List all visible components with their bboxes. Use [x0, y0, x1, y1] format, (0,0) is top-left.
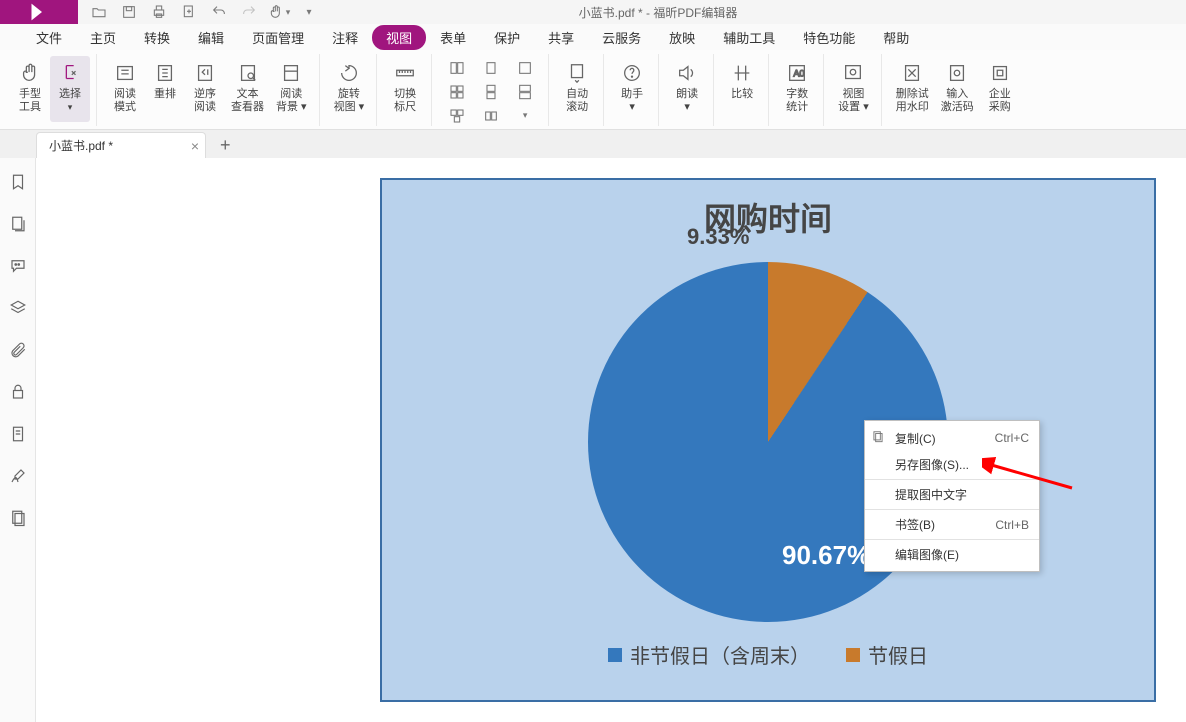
layout-single-icon[interactable] [444, 58, 470, 78]
quick-access-toolbar: ▾ ▾ [78, 1, 330, 23]
compare-button[interactable]: 比较 [722, 56, 762, 122]
print-icon[interactable] [146, 1, 172, 23]
pie-label-small: 9.33% [687, 224, 749, 250]
menu-help[interactable]: 帮助 [869, 24, 923, 51]
menu-annotate[interactable]: 注释 [318, 24, 372, 51]
clipboard-panel-icon[interactable] [8, 508, 28, 528]
menu-access[interactable]: 辅助工具 [709, 24, 789, 51]
enterprise-button[interactable]: 企业采购 [980, 56, 1020, 122]
copy-icon [871, 430, 887, 447]
remove-watermark-button[interactable]: 删除试用水印 [890, 56, 935, 122]
reverse-read-button[interactable]: 逆序阅读 [185, 56, 225, 122]
document-tab-label: 小蓝书.pdf * [49, 137, 113, 154]
layout-e-icon[interactable] [512, 82, 538, 102]
left-sidebar [0, 158, 36, 722]
undo-icon[interactable] [206, 1, 232, 23]
legend-item-2: 节假日 [846, 640, 928, 669]
menu-feature[interactable]: 特色功能 [789, 24, 869, 51]
legend-item-1: 非节假日（含周末） [608, 640, 810, 669]
menu-home[interactable]: 主页 [76, 24, 130, 51]
read-background-button[interactable]: 阅读背景 ▾ [270, 56, 313, 122]
export-icon[interactable] [176, 1, 202, 23]
reflow-button[interactable]: 重排 [145, 56, 185, 122]
chart-title: 网购时间 [382, 194, 1154, 240]
menu-protect[interactable]: 保护 [480, 24, 534, 51]
rotate-view-button[interactable]: 旋转视图 ▾ [328, 56, 371, 122]
pages-panel-icon[interactable] [8, 214, 28, 234]
qat-more-icon[interactable]: ▾ [296, 1, 322, 23]
bookmark-panel-icon[interactable] [8, 172, 28, 192]
open-icon[interactable] [86, 1, 112, 23]
title-bar: ▾ ▾ 小蓝书.pdf * - 福昕PDF编辑器 [0, 0, 1186, 24]
layout-d-icon[interactable] [512, 58, 538, 78]
context-menu: 复制(C)Ctrl+C 另存图像(S)... 提取图中文字 书签(B)Ctrl+… [864, 420, 1040, 572]
ctx-save-image[interactable]: 另存图像(S)... [865, 451, 1039, 477]
ribbon: 手型工具 选择▾ 阅读模式 重排 逆序阅读 文本查看器 阅读背景 ▾ 旋转视图 … [0, 50, 1186, 130]
menu-file[interactable]: 文件 [22, 24, 76, 51]
menu-page[interactable]: 页面管理 [238, 24, 318, 51]
layers-panel-icon[interactable] [8, 298, 28, 318]
ctx-bookmark[interactable]: 书签(B)Ctrl+B [865, 509, 1039, 537]
text-viewer-button[interactable]: 文本查看器 [225, 56, 270, 122]
ctx-edit-image[interactable]: 编辑图像(E) [865, 539, 1039, 567]
toggle-ruler-button[interactable]: 切换标尺 [385, 56, 425, 122]
menu-bar: 文件 主页 转换 编辑 页面管理 注释 视图 表单 保护 共享 云服务 放映 辅… [0, 24, 1186, 50]
word-count-button[interactable]: A0字数统计 [777, 56, 817, 122]
redo-icon[interactable] [236, 1, 262, 23]
layout-f-icon[interactable]: ▾ [512, 106, 538, 126]
work-area: 网购时间 9.33% 90.67% 非节假日（含周末） 节假日 复制(C)Ctr… [0, 158, 1186, 722]
layout-facing-icon[interactable] [444, 106, 470, 126]
comments-panel-icon[interactable] [8, 256, 28, 276]
assistant-button[interactable]: 助手▾ [612, 56, 652, 122]
document-tab-bar: 小蓝书.pdf * × + [0, 130, 1186, 158]
layout-continuous-icon[interactable] [444, 82, 470, 102]
save-icon[interactable] [116, 1, 142, 23]
window-title: 小蓝书.pdf * - 福昕PDF编辑器 [330, 4, 986, 21]
menu-present[interactable]: 放映 [655, 24, 709, 51]
new-tab-button[interactable]: + [220, 135, 231, 158]
close-tab-icon[interactable]: × [191, 138, 199, 154]
document-canvas[interactable]: 网购时间 9.33% 90.67% 非节假日（含周末） 节假日 复制(C)Ctr… [36, 158, 1186, 722]
pie-label-big: 90.67% [782, 540, 870, 571]
attachments-panel-icon[interactable] [8, 340, 28, 360]
view-settings-button[interactable]: 视图设置 ▾ [832, 56, 875, 122]
layout-a-icon[interactable] [478, 58, 504, 78]
hand-tool-button[interactable]: 手型工具 [10, 56, 50, 122]
signatures-panel-icon[interactable] [8, 466, 28, 486]
svg-text:A0: A0 [793, 68, 804, 78]
menu-edit[interactable]: 编辑 [184, 24, 238, 51]
ctx-copy[interactable]: 复制(C)Ctrl+C [865, 425, 1039, 451]
menu-cloud[interactable]: 云服务 [588, 24, 655, 51]
menu-view[interactable]: 视图 [372, 25, 426, 50]
document-tab[interactable]: 小蓝书.pdf * × [36, 132, 206, 158]
menu-convert[interactable]: 转换 [130, 24, 184, 51]
speak-button[interactable]: 朗读▾ [667, 56, 707, 122]
activate-button[interactable]: 输入激活码 [935, 56, 980, 122]
menu-share[interactable]: 共享 [534, 24, 588, 51]
select-tool-button[interactable]: 选择▾ [50, 56, 90, 122]
chart-legend: 非节假日（含周末） 节假日 [382, 640, 1154, 669]
layout-b-icon[interactable] [478, 82, 504, 102]
articles-panel-icon[interactable] [8, 424, 28, 444]
security-panel-icon[interactable] [8, 382, 28, 402]
menu-form[interactable]: 表单 [426, 24, 480, 51]
app-logo [0, 0, 78, 24]
read-mode-button[interactable]: 阅读模式 [105, 56, 145, 122]
hand-dropdown-icon[interactable]: ▾ [266, 1, 292, 23]
ctx-extract-text[interactable]: 提取图中文字 [865, 479, 1039, 507]
auto-scroll-button[interactable]: 自动滚动 [557, 56, 597, 122]
layout-c-icon[interactable] [478, 106, 504, 126]
